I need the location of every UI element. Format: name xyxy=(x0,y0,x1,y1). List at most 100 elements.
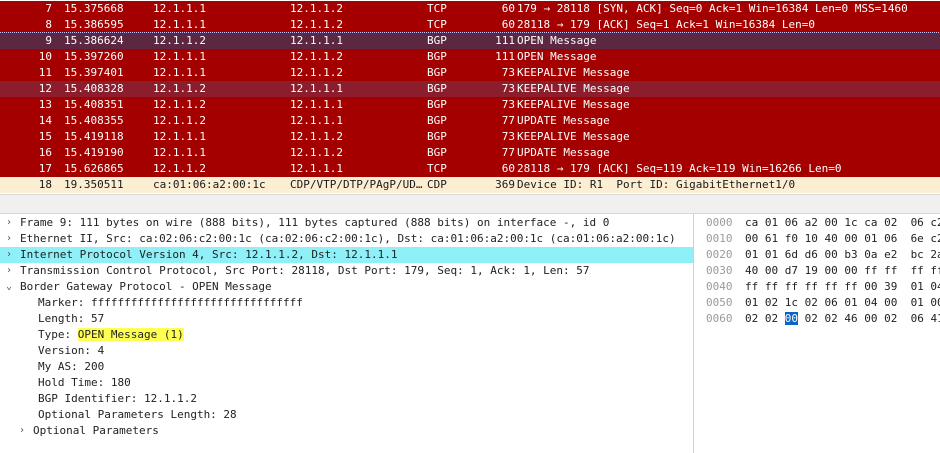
packet-info: KEEPALIVE Message xyxy=(517,82,630,95)
packet-row[interactable]: 8 15.386595 12.1.1.1 12.1.1.2 TCP 60 28118 → 1… xyxy=(0,17,940,33)
detail-row[interactable]: › Transmission Control Protocol, Src Port… xyxy=(0,263,693,279)
detail-row[interactable]: Version: 4 xyxy=(0,343,693,359)
packet-row[interactable]: 13 15.408351 12.1.1.2 12.1.1.1 BGP 73 KEEPALIV… xyxy=(0,97,940,113)
packet-protocol: BGP xyxy=(427,146,447,159)
packet-source: 12.1.1.2 xyxy=(153,162,206,175)
packet-number: 9 xyxy=(45,34,52,47)
packet-bytes-pane[interactable]: 0000 ca 01 06 a2 00 1c ca 02 06 c2 0010 00 … xyxy=(698,214,940,453)
hex-bytes[interactable]: 01 01 6d d6 00 b3 0a e2 bc 2a xyxy=(745,247,940,263)
hex-bytes[interactable]: 02 02 00 02 02 46 00 02 06 41 xyxy=(745,311,940,327)
packet-row[interactable]: 18 19.350511 ca:01:06:a2:00:1c CDP/VTP/DTP/… xyxy=(0,177,940,193)
packet-info: KEEPALIVE Message xyxy=(517,130,630,143)
collapsed-chevron-icon[interactable]: › xyxy=(6,231,16,247)
packet-destination: 12.1.1.2 xyxy=(290,2,343,15)
hex-offset: 0030 xyxy=(706,264,733,277)
packet-row[interactable]: 10 15.397260 12.1.1.1 12.1.1.2 BGP 111 OPEN Me… xyxy=(0,49,940,65)
packet-time: 19.350511 xyxy=(64,178,124,191)
detail-row[interactable]: Marker: ffffffffffffffffffffffffffffffff xyxy=(0,295,693,311)
packet-protocol: BGP xyxy=(427,66,447,79)
packet-info: 28118 → 179 [ACK] Seq=119 Ack=119 Win=16… xyxy=(517,162,842,175)
packet-number: 11 xyxy=(38,66,52,79)
detail-text: My AS: 200 xyxy=(38,359,104,375)
packet-row[interactable]: 12 15.408328 12.1.1.2 12.1.1.1 BGP 73 KEEPALIV… xyxy=(0,81,940,97)
collapsed-chevron-icon[interactable]: › xyxy=(6,247,16,263)
packet-time: 15.419190 xyxy=(64,146,124,159)
hex-row[interactable]: 0060 02 02 00 02 02 46 00 02 06 41 xyxy=(698,311,940,327)
packet-row[interactable]: 16 15.419190 12.1.1.1 12.1.1.2 BGP 77 UPDATE M… xyxy=(0,145,940,161)
packet-source: 12.1.1.1 xyxy=(153,146,206,159)
packet-time: 15.408328 xyxy=(64,82,124,95)
hex-row[interactable]: 0000 ca 01 06 a2 00 1c ca 02 06 c2 xyxy=(698,215,940,231)
collapsed-chevron-icon[interactable]: › xyxy=(6,263,16,279)
detail-row[interactable]: Type: OPEN Message (1) xyxy=(0,327,693,343)
packet-time: 15.397260 xyxy=(64,50,124,63)
packet-source: 12.1.1.1 xyxy=(153,130,206,143)
packet-info: Device ID: R1 Port ID: GigabitEthernet1/… xyxy=(517,178,796,191)
detail-row[interactable]: Length: 57 xyxy=(0,311,693,327)
hex-row[interactable]: 0050 01 02 1c 02 06 01 04 00 01 00 xyxy=(698,295,940,311)
detail-row[interactable]: › Optional Parameters xyxy=(0,423,693,439)
packet-destination: 12.1.1.2 xyxy=(290,66,343,79)
packet-number: 16 xyxy=(38,146,52,159)
hex-bytes[interactable]: 01 02 1c 02 06 01 04 00 01 00 xyxy=(745,295,940,311)
packet-source: 12.1.1.2 xyxy=(153,82,206,95)
packet-length: 369 xyxy=(495,178,515,191)
packet-destination: CDP/VTP/DTP/PAgP/UD… xyxy=(290,178,423,191)
hex-bytes[interactable]: ca 01 06 a2 00 1c ca 02 06 c2 xyxy=(745,215,940,231)
hex-row[interactable]: 0040 ff ff ff ff ff ff 00 39 01 04 xyxy=(698,279,940,295)
hex-row[interactable]: 0030 40 00 d7 19 00 00 ff ff ff ff xyxy=(698,263,940,279)
detail-label: BGP Identifier: 12.1.1.2 xyxy=(38,392,197,405)
detail-row[interactable]: My AS: 200 xyxy=(0,359,693,375)
packet-time: 15.386595 xyxy=(64,18,124,31)
detail-text: Marker: ffffffffffffffffffffffffffffffff xyxy=(38,295,303,311)
detail-row[interactable]: › Frame 9: 111 bytes on wire (888 bits), … xyxy=(0,215,693,231)
detail-text: Optional Parameters xyxy=(33,423,159,439)
packet-row[interactable]: 15 15.419118 12.1.1.1 12.1.1.2 BGP 73 KEEPALIV… xyxy=(0,129,940,145)
detail-label: Frame 9: 111 bytes on wire (888 bits), 1… xyxy=(20,216,610,229)
packet-protocol: TCP xyxy=(427,162,447,175)
hex-byte-selected[interactable]: 00 xyxy=(784,312,798,325)
packet-length: 111 xyxy=(495,34,515,47)
packet-protocol: TCP xyxy=(427,2,447,15)
hex-row[interactable]: 0020 01 01 6d d6 00 b3 0a e2 bc 2a xyxy=(698,247,940,263)
packet-protocol: BGP xyxy=(427,34,447,47)
pane-divider[interactable] xyxy=(0,194,940,214)
detail-row[interactable]: › Internet Protocol Version 4, Src: 12.1.… xyxy=(0,247,693,263)
packet-row[interactable]: 14 15.408355 12.1.1.2 12.1.1.1 BGP 77 UPDATE M… xyxy=(0,113,940,129)
packet-row[interactable]: 7 15.375668 12.1.1.1 12.1.1.2 TCP 60 179 → 281… xyxy=(0,1,940,17)
packet-list[interactable]: 7 15.375668 12.1.1.1 12.1.1.2 TCP 60 179 → 281… xyxy=(0,0,940,194)
packet-row-selected[interactable]: 9 15.386624 12.1.1.2 12.1.1.1 BGP 111 OPEN Mes… xyxy=(0,32,940,50)
collapsed-chevron-icon[interactable]: › xyxy=(6,215,16,231)
detail-label: Ethernet II, Src: ca:02:06:c2:00:1c (ca:… xyxy=(20,232,676,245)
packet-time: 15.397401 xyxy=(64,66,124,79)
packet-row[interactable]: 11 15.397401 12.1.1.1 12.1.1.2 BGP 73 KEEPALIV… xyxy=(0,65,940,81)
packet-number: 15 xyxy=(38,130,52,143)
hex-bytes[interactable]: ff ff ff ff ff ff 00 39 01 04 xyxy=(745,279,940,295)
packet-destination: 12.1.1.1 xyxy=(290,34,343,47)
packet-protocol: BGP xyxy=(427,98,447,111)
packet-row[interactable]: 17 15.626865 12.1.1.2 12.1.1.1 TCP 60 28118 → … xyxy=(0,161,940,177)
detail-row[interactable]: ⌄ Border Gateway Protocol - OPEN Message xyxy=(0,279,693,295)
detail-row[interactable]: Optional Parameters Length: 28 xyxy=(0,407,693,423)
hex-row[interactable]: 0010 00 61 f0 10 40 00 01 06 6e c2 xyxy=(698,231,940,247)
detail-row[interactable]: BGP Identifier: 12.1.1.2 xyxy=(0,391,693,407)
hex-bytes[interactable]: 40 00 d7 19 00 00 ff ff ff ff xyxy=(745,263,940,279)
detail-row[interactable]: › Ethernet II, Src: ca:02:06:c2:00:1c (ca… xyxy=(0,231,693,247)
hex-offset: 0050 xyxy=(706,296,733,309)
packet-number: 7 xyxy=(45,2,52,15)
packet-info: OPEN Message xyxy=(517,50,597,63)
detail-text: BGP Identifier: 12.1.1.2 xyxy=(38,391,197,407)
packet-details-pane[interactable]: › Frame 9: 111 bytes on wire (888 bits), … xyxy=(0,214,694,453)
packet-destination: 12.1.1.2 xyxy=(290,50,343,63)
collapsed-chevron-icon[interactable]: › xyxy=(19,423,29,439)
packet-info: OPEN Message xyxy=(517,34,597,47)
detail-label: Optional Parameters Length: 28 xyxy=(38,408,237,421)
hex-offset: 0010 xyxy=(706,232,733,245)
packet-protocol: BGP xyxy=(427,82,447,95)
packet-destination: 12.1.1.2 xyxy=(290,146,343,159)
hex-bytes[interactable]: 00 61 f0 10 40 00 01 06 6e c2 xyxy=(745,231,940,247)
expanded-chevron-icon[interactable]: ⌄ xyxy=(6,279,16,295)
packet-time: 15.408351 xyxy=(64,98,124,111)
detail-row[interactable]: Hold Time: 180 xyxy=(0,375,693,391)
detail-label: My AS: 200 xyxy=(38,360,105,373)
